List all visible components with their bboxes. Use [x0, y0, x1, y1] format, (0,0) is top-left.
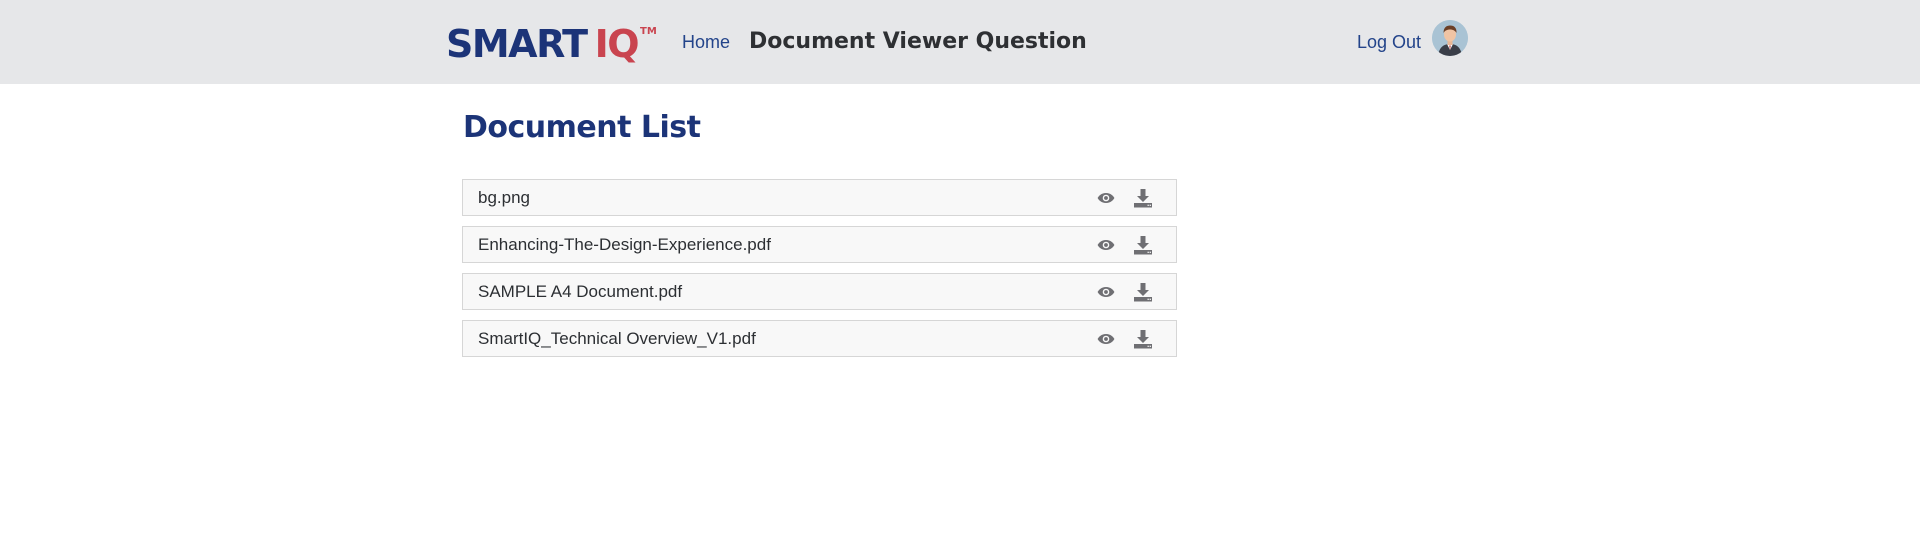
document-name[interactable]: Enhancing-The-Design-Experience.pdf [478, 235, 771, 255]
document-row: Enhancing-The-Design-Experience.pdf [462, 226, 1177, 263]
document-row: SAMPLE A4 Document.pdf [462, 273, 1177, 310]
user-avatar-icon[interactable] [1432, 20, 1468, 56]
smartiq-logo[interactable]: SMART IQ TM [446, 22, 657, 66]
document-name[interactable]: bg.png [478, 188, 530, 208]
logout-link[interactable]: Log Out [1357, 31, 1421, 53]
document-list-heading: Document List [463, 110, 701, 145]
eye-icon[interactable] [1094, 281, 1118, 303]
logo-text-smart: SMART [446, 22, 588, 66]
document-row: bg.png [462, 179, 1177, 216]
download-icon[interactable] [1131, 234, 1155, 256]
logo-trademark: TM [640, 26, 657, 37]
download-icon[interactable] [1131, 328, 1155, 350]
download-icon[interactable] [1131, 281, 1155, 303]
document-name[interactable]: SAMPLE A4 Document.pdf [478, 282, 682, 302]
top-navbar: SMART IQ TM Home Document Viewer Questio… [0, 0, 1920, 84]
document-list: bg.png Enhancing-The-Design-Experience.p… [462, 179, 1177, 367]
document-name[interactable]: SmartIQ_Technical Overview_V1.pdf [478, 329, 756, 349]
eye-icon[interactable] [1094, 328, 1118, 350]
eye-icon[interactable] [1094, 187, 1118, 209]
logo-text-iq: IQ [594, 22, 640, 66]
download-icon[interactable] [1131, 187, 1155, 209]
document-row: SmartIQ_Technical Overview_V1.pdf [462, 320, 1177, 357]
page-title: Document Viewer Question [749, 29, 1087, 54]
eye-icon[interactable] [1094, 234, 1118, 256]
nav-home-link[interactable]: Home [682, 31, 730, 53]
